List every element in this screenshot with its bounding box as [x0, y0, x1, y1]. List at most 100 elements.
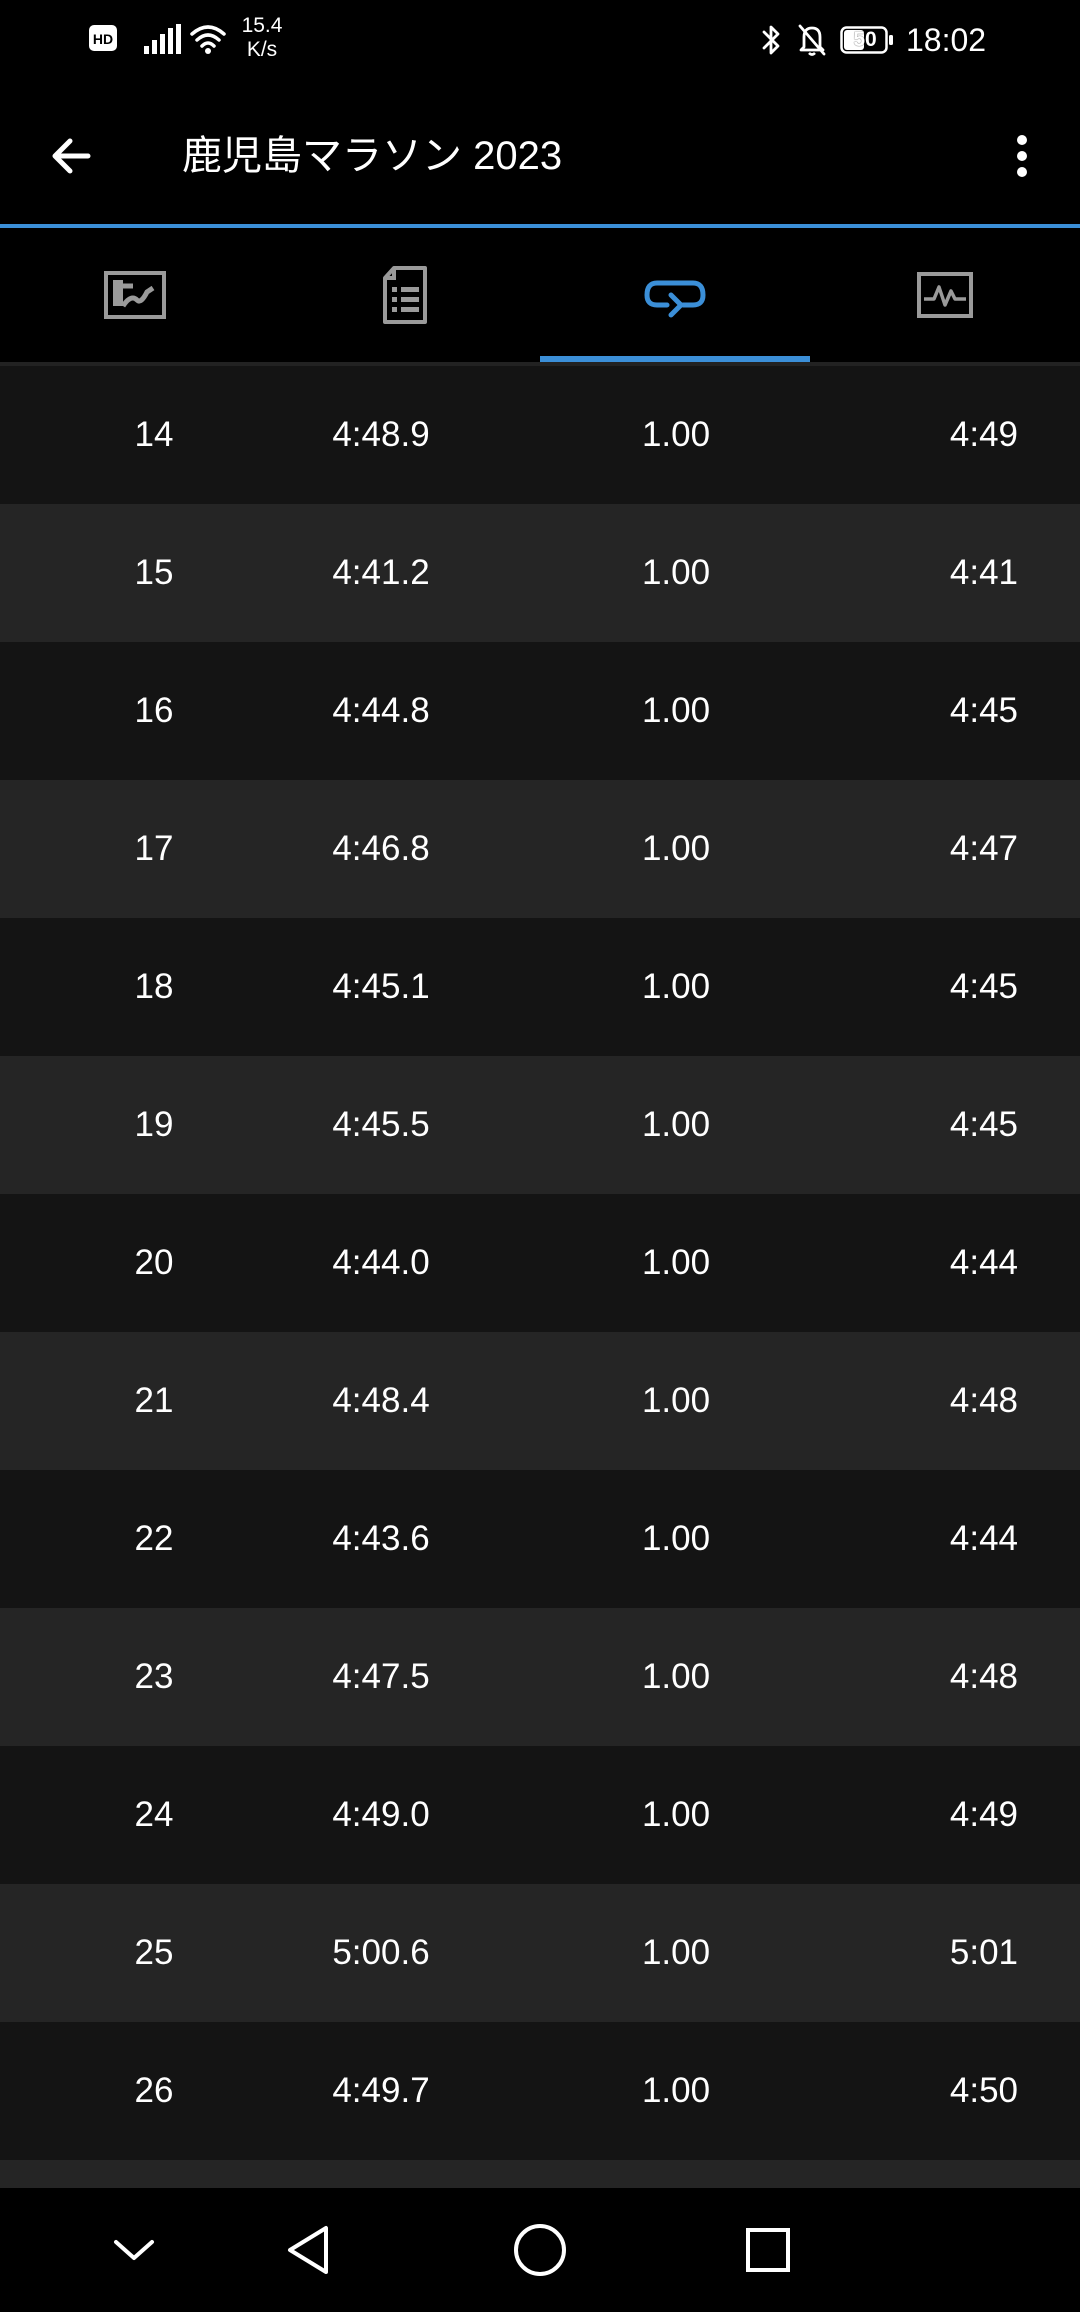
battery-level: 50	[853, 28, 877, 51]
lap-time: 4:43.6	[332, 1519, 430, 1558]
bell-off-icon	[798, 24, 826, 56]
hd-icon: HD	[89, 25, 117, 51]
signal-icon	[144, 24, 181, 54]
lap-time: 4:45.5	[332, 1105, 430, 1144]
lap-pace: 4:44	[949, 1519, 1018, 1558]
lap-time: 4:49.7	[332, 2071, 430, 2110]
table-row[interactable]: 23 4:47.5 1.00 4:48	[0, 1608, 1080, 1746]
tab-bar	[0, 228, 1080, 362]
lap-number: 14	[134, 415, 174, 454]
lap-time: 4:47.5	[332, 1657, 430, 1696]
clock: 18:02	[906, 22, 987, 58]
lap-pace: 4:41	[949, 553, 1018, 592]
table-row[interactable]: 20 4:44.0 1.00 4:44	[0, 1194, 1080, 1332]
table-row[interactable]: 16 4:44.8 1.00 4:45	[0, 642, 1080, 780]
chevron-down-icon	[114, 2240, 154, 2260]
hd-label: HD	[93, 31, 113, 47]
lap-number: 18	[134, 967, 174, 1006]
laps-table: 14 4:48.9 1.00 4:49 15 4:41.2 1.00 4:41 …	[0, 366, 1080, 2200]
document-list-icon	[383, 266, 427, 324]
table-row[interactable]: 14 4:48.9 1.00 4:49	[0, 366, 1080, 504]
lap-time: 5:00.6	[332, 1933, 430, 1972]
lap-number: 23	[134, 1657, 174, 1696]
tab-laps[interactable]	[540, 228, 810, 362]
bluetooth-icon	[762, 25, 780, 55]
lap-time: 4:41.2	[332, 553, 430, 592]
lap-distance: 1.00	[641, 1795, 711, 1834]
status-bar: HD 15.4 K/s 50 18:02	[0, 0, 1080, 80]
lap-pace: 4:47	[949, 829, 1018, 868]
system-nav-bar	[0, 2188, 1080, 2312]
lap-distance: 1.00	[641, 553, 711, 592]
nav-home-button[interactable]	[500, 2210, 580, 2290]
lap-pace: 4:50	[949, 2071, 1018, 2110]
nav-recents-button[interactable]	[728, 2210, 808, 2290]
lap-pace: 4:49	[949, 415, 1018, 454]
lap-time: 4:48.4	[332, 1381, 430, 1420]
nav-home-icon	[514, 2224, 566, 2276]
nav-back-icon	[288, 2226, 328, 2274]
table-row[interactable]: 22 4:43.6 1.00 4:44	[0, 1470, 1080, 1608]
arrow-left-icon	[52, 138, 91, 174]
table-row[interactable]: 26 4:49.7 1.00 4:50	[0, 2022, 1080, 2160]
nav-collapse-button[interactable]	[94, 2210, 174, 2290]
table-row[interactable]: 21 4:48.4 1.00 4:48	[0, 1332, 1080, 1470]
lap-time: 4:46.8	[332, 829, 430, 868]
lap-time: 4:49.0	[332, 1795, 430, 1834]
lap-distance: 1.00	[641, 691, 711, 730]
network-speed: 15.4 K/s	[232, 14, 292, 62]
app-bar: 鹿児島マラソン 2023	[0, 80, 1080, 226]
tab-map[interactable]	[0, 228, 270, 362]
lap-pace: 4:49	[949, 1795, 1018, 1834]
lap-distance: 1.00	[641, 1381, 711, 1420]
lap-number: 19	[134, 1105, 174, 1144]
back-button[interactable]	[36, 120, 108, 192]
lap-number: 20	[134, 1243, 174, 1282]
lap-time: 4:48.9	[332, 415, 430, 454]
more-vert-icon	[1017, 135, 1027, 177]
lap-distance: 1.00	[641, 967, 711, 1006]
table-row[interactable]: 15 4:41.2 1.00 4:41	[0, 504, 1080, 642]
network-speed-value: 15.4	[241, 14, 283, 37]
nav-back-button[interactable]	[268, 2210, 348, 2290]
lap-distance: 1.00	[641, 1933, 711, 1972]
lap-distance: 1.00	[641, 415, 711, 454]
lap-number: 26	[134, 2071, 174, 2110]
lap-distance: 1.00	[641, 1519, 711, 1558]
tab-charts[interactable]	[810, 228, 1080, 362]
page-title: 鹿児島マラソン 2023	[182, 134, 563, 178]
map-icon	[104, 271, 166, 319]
lap-pace: 4:44	[949, 1243, 1018, 1282]
lap-pace: 4:48	[949, 1657, 1018, 1696]
lap-number: 16	[134, 691, 174, 730]
lap-distance: 1.00	[641, 1105, 711, 1144]
lap-number: 25	[134, 1933, 174, 1972]
table-row[interactable]: 25 5:00.6 1.00 5:01	[0, 1884, 1080, 2022]
lap-pace: 4:45	[949, 691, 1018, 730]
lap-number: 17	[134, 829, 174, 868]
lap-distance: 1.00	[641, 2071, 711, 2110]
chart-icon	[917, 272, 973, 318]
network-speed-unit: K/s	[246, 38, 278, 61]
lap-pace: 4:48	[949, 1381, 1018, 1420]
lap-distance: 1.00	[641, 1657, 711, 1696]
lap-pace: 5:01	[949, 1933, 1018, 1972]
lap-distance: 1.00	[641, 1243, 711, 1282]
more-options-button[interactable]	[992, 120, 1052, 192]
lap-number: 24	[134, 1795, 174, 1834]
laps-icon	[644, 280, 706, 318]
lap-pace: 4:45	[949, 967, 1018, 1006]
lap-distance: 1.00	[641, 829, 711, 868]
table-row[interactable]: 18 4:45.1 1.00 4:45	[0, 918, 1080, 1056]
tab-details[interactable]	[270, 228, 540, 362]
lap-pace: 4:45	[949, 1105, 1018, 1144]
lap-time: 4:44.0	[332, 1243, 430, 1282]
table-row[interactable]: 24 4:49.0 1.00 4:49	[0, 1746, 1080, 1884]
lap-number: 22	[134, 1519, 174, 1558]
lap-number: 21	[134, 1381, 174, 1420]
lap-time: 4:44.8	[332, 691, 430, 730]
table-row[interactable]: 17 4:46.8 1.00 4:47	[0, 780, 1080, 918]
wifi-icon	[190, 25, 226, 54]
table-row[interactable]: 19 4:45.5 1.00 4:45	[0, 1056, 1080, 1194]
nav-recents-icon	[746, 2228, 790, 2272]
